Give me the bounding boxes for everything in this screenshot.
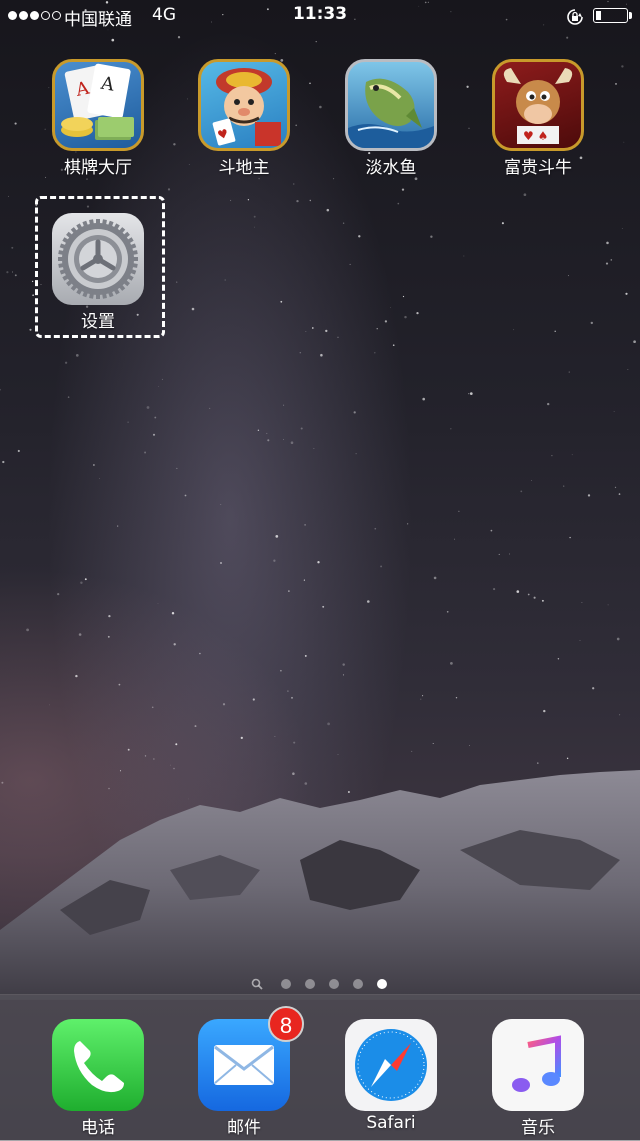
safari-compass-icon bbox=[345, 1019, 437, 1111]
battery-cap bbox=[629, 12, 632, 19]
settings-gear-icon bbox=[52, 213, 144, 305]
svg-text:♥ ♠: ♥ ♠ bbox=[523, 129, 548, 143]
app-qipai-dating[interactable]: A A 棋牌大厅 bbox=[38, 59, 158, 178]
landlord-game-icon: ♥ bbox=[198, 59, 290, 151]
freshwater-fish-icon bbox=[345, 59, 437, 151]
status-time: 11:33 bbox=[292, 4, 348, 24]
bull-fight-game-icon: ♥ ♠ bbox=[492, 59, 584, 151]
mountain-wallpaper bbox=[0, 770, 640, 1000]
poker-cards-icon: A A bbox=[52, 59, 144, 151]
dock-app-phone[interactable]: 电话 bbox=[38, 1019, 158, 1138]
app-fugui-douniu[interactable]: ♥ ♠ 富贵斗牛 bbox=[478, 59, 598, 178]
rotation-lock-icon bbox=[567, 9, 583, 25]
mail-icon: 8 bbox=[198, 1006, 304, 1111]
dock-app-music[interactable]: 音乐 bbox=[478, 1019, 598, 1138]
page-dot[interactable] bbox=[352, 978, 363, 989]
app-label: 斗地主 bbox=[218, 158, 270, 178]
dock: 电话 8 邮件 Safari 音乐 bbox=[0, 994, 640, 1141]
app-label: Safari bbox=[366, 1113, 416, 1133]
spotlight-search-icon bbox=[252, 978, 264, 990]
app-label: 音乐 bbox=[521, 1118, 555, 1138]
page-dot[interactable] bbox=[304, 978, 315, 989]
app-label: 棋牌大厅 bbox=[64, 158, 132, 178]
unread-badge: 8 bbox=[268, 1006, 304, 1042]
dock-app-safari[interactable]: Safari bbox=[331, 1019, 451, 1133]
status-bar: 中国联通 4G 11:33 bbox=[0, 0, 640, 32]
phone-icon bbox=[52, 1019, 144, 1111]
dock-app-mail[interactable]: 8 邮件 bbox=[184, 1006, 304, 1138]
app-settings[interactable]: 设置 bbox=[38, 213, 158, 332]
app-label: 电话 bbox=[81, 1118, 115, 1138]
app-label: 淡水鱼 bbox=[365, 158, 417, 178]
page-dot[interactable] bbox=[328, 978, 339, 989]
app-doudizhu[interactable]: ♥ 斗地主 bbox=[184, 59, 304, 178]
app-label: 设置 bbox=[81, 312, 115, 332]
page-indicator[interactable] bbox=[0, 973, 640, 992]
app-label: 邮件 bbox=[227, 1118, 261, 1138]
music-note-icon bbox=[492, 1019, 584, 1111]
page-dot[interactable] bbox=[376, 978, 387, 989]
app-danshuiyu[interactable]: 淡水鱼 bbox=[331, 59, 451, 178]
battery-icon bbox=[593, 8, 628, 23]
page-dot[interactable] bbox=[280, 978, 291, 989]
app-label: 富贵斗牛 bbox=[504, 158, 572, 178]
